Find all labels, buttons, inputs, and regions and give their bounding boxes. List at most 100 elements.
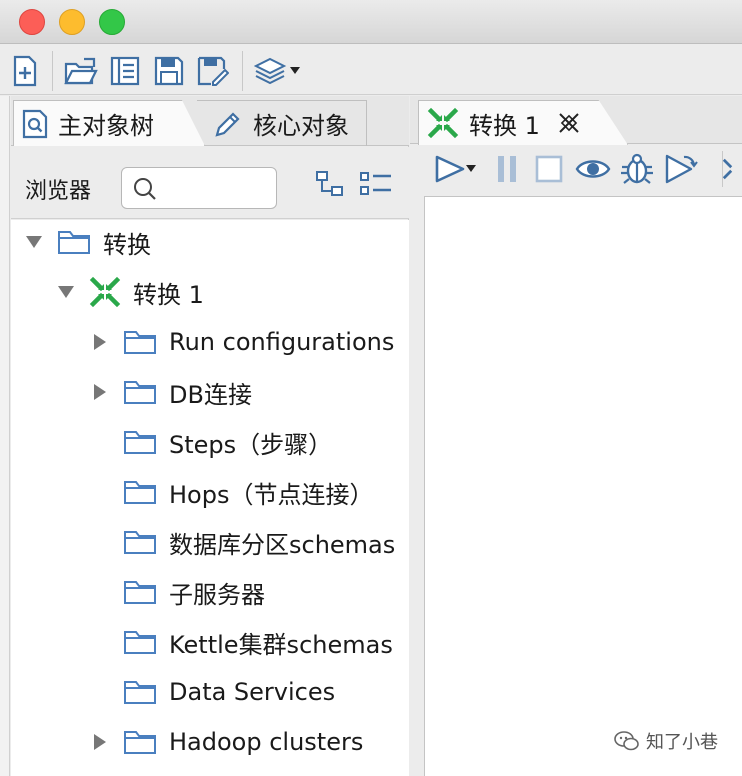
- folder-icon: [57, 229, 91, 255]
- collapsed-triangle-icon[interactable]: [89, 384, 111, 400]
- browser-row: 浏览器: [11, 147, 409, 219]
- close-window-button[interactable]: [19, 9, 45, 35]
- left-panel-tabs: 主对象树 核心对象: [11, 96, 409, 146]
- tree-node-slave-servers[interactable]: 子服务器: [89, 572, 265, 612]
- preview-button[interactable]: [574, 151, 612, 187]
- tree-node-label: 转换: [103, 230, 151, 259]
- editor-toolbar: [410, 145, 742, 195]
- tree-node-steps[interactable]: Steps（步骤）: [89, 422, 332, 462]
- folder-icon: [123, 679, 157, 705]
- zoom-window-button[interactable]: [99, 9, 125, 35]
- bug-icon: [621, 153, 653, 184]
- tree-node-db-connections[interactable]: DB连接: [89, 372, 252, 412]
- expand-collapse-button[interactable]: [315, 170, 345, 202]
- folder-icon: [123, 629, 157, 655]
- tree-node-run-configurations[interactable]: Run configurations: [89, 322, 394, 362]
- tree-node-label: 转换 1: [133, 280, 204, 309]
- app-window: 主对象树 核心对象 浏览器 转换 转换 1 Run configurations…: [0, 0, 742, 776]
- tree-node-label: Hadoop clusters: [169, 728, 364, 756]
- verify-button[interactable]: [722, 151, 742, 187]
- new-file-icon: [13, 55, 37, 87]
- transformation-icon: [89, 276, 121, 308]
- watermark: 知了小巷: [614, 728, 718, 754]
- search-input[interactable]: [166, 174, 270, 202]
- search-icon: [132, 176, 158, 206]
- pencil-icon: [213, 109, 243, 139]
- toolbar-separator: [242, 51, 243, 91]
- tree-node-label: Run configurations: [169, 328, 395, 356]
- tree-node-data-services[interactable]: Data Services: [89, 672, 335, 712]
- right-panel: 转换 1: [410, 96, 742, 776]
- replay-icon: [665, 154, 698, 184]
- open-folder-icon: [64, 57, 98, 85]
- transformation-icon: [427, 107, 459, 139]
- save-as-icon: [197, 56, 229, 86]
- transformation-icon: [722, 158, 733, 180]
- dropdown-arrow-icon: [466, 165, 476, 172]
- list-icon: [360, 172, 391, 195]
- object-tree: 转换 转换 1 Run configurations DB连接 Steps（步骤…: [11, 220, 409, 776]
- folder-icon: [123, 529, 157, 555]
- tab-label: 主对象树: [58, 112, 154, 140]
- tab-label: 核心对象: [253, 112, 349, 140]
- toolbar-separator: [52, 51, 53, 91]
- folder-icon: [123, 329, 157, 355]
- folder-icon: [123, 379, 157, 405]
- search-box[interactable]: [121, 167, 277, 209]
- tree-structure-icon: [316, 171, 343, 196]
- editor-tabs: 转换 1: [410, 96, 742, 145]
- tree-node-label: Steps（步骤）: [169, 430, 333, 459]
- list-view-button[interactable]: [359, 170, 393, 202]
- minimize-window-button[interactable]: [59, 9, 85, 35]
- dropdown-arrow-icon: [290, 67, 300, 74]
- tree-node-transformations[interactable]: 转换: [23, 222, 151, 262]
- pause-button[interactable]: [492, 151, 522, 187]
- perspective-dropdown[interactable]: [252, 54, 302, 88]
- collapsed-triangle-icon[interactable]: [89, 734, 111, 750]
- save-button[interactable]: [152, 54, 186, 88]
- tree-node-label: Hops（节点连接）: [169, 480, 374, 509]
- left-edge-strip: [0, 96, 10, 776]
- debug-button[interactable]: [618, 151, 656, 187]
- replay-button[interactable]: [662, 151, 700, 187]
- tree-node-label: Kettle集群schemas: [169, 630, 393, 659]
- tab-core-objects[interactable]: 核心对象: [197, 100, 367, 146]
- tree-node-cluster-schemas[interactable]: Kettle集群schemas: [89, 622, 393, 662]
- title-bar: [0, 0, 742, 44]
- tab-transformation-1[interactable]: 转换 1: [418, 100, 628, 145]
- run-button[interactable]: [428, 151, 482, 187]
- main-toolbar: [0, 45, 742, 95]
- folder-icon: [123, 579, 157, 605]
- tree-node-transformation-1[interactable]: 转换 1: [55, 272, 204, 312]
- tree-node-label: DB连接: [169, 380, 252, 409]
- expanded-triangle-icon[interactable]: [23, 236, 45, 248]
- folder-icon: [123, 729, 157, 755]
- stop-button[interactable]: [532, 151, 566, 187]
- pause-icon: [498, 156, 516, 182]
- tab-main-object-tree[interactable]: 主对象树: [13, 100, 205, 146]
- open-button[interactable]: [64, 54, 98, 88]
- tree-node-label: 数据库分区schemas: [169, 530, 396, 559]
- collapsed-triangle-icon[interactable]: [89, 334, 111, 350]
- tree-node-label: Data Services: [169, 678, 336, 706]
- tree-node-partition-schemas[interactable]: 数据库分区schemas: [89, 522, 395, 562]
- search-document-icon: [22, 109, 48, 139]
- transformation-canvas[interactable]: [424, 196, 742, 776]
- stop-icon: [535, 155, 563, 183]
- tree-node-hops[interactable]: Hops（节点连接）: [89, 472, 373, 512]
- expanded-triangle-icon[interactable]: [55, 286, 77, 298]
- layers-icon: [254, 57, 287, 85]
- left-panel: 主对象树 核心对象 浏览器 转换 转换 1 Run configurations…: [11, 96, 409, 776]
- tree-node-hadoop-clusters[interactable]: Hadoop clusters: [89, 722, 363, 762]
- watermark-text: 知了小巷: [646, 732, 718, 753]
- wechat-icon: [614, 730, 640, 752]
- folder-icon: [123, 429, 157, 455]
- eye-icon: [575, 160, 611, 178]
- save-as-button[interactable]: [196, 54, 230, 88]
- play-icon: [435, 155, 465, 183]
- new-file-button[interactable]: [8, 54, 42, 88]
- explore-repository-button[interactable]: [108, 54, 142, 88]
- close-tab-icon[interactable]: [558, 112, 580, 134]
- folder-icon: [123, 479, 157, 505]
- tree-node-label: 子服务器: [169, 580, 265, 609]
